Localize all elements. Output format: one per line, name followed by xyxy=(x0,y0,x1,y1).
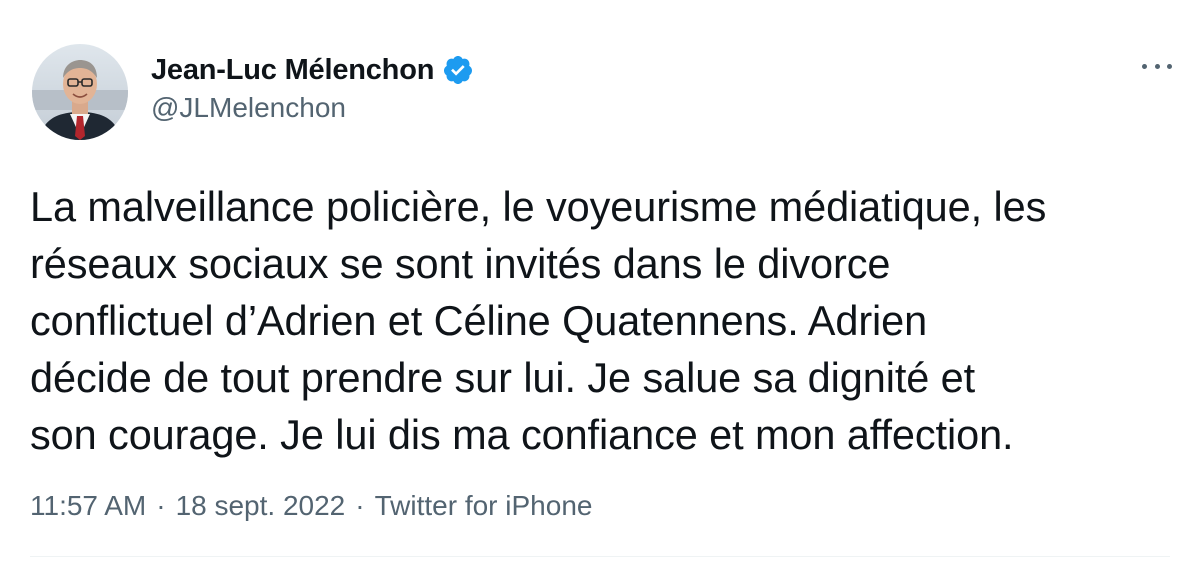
tweet-text-line: réseaux sociaux se sont invités dans le … xyxy=(30,240,891,287)
tweet-date[interactable]: 18 sept. 2022 xyxy=(176,490,346,522)
tweet-text-line: décide de tout prendre sur lui. Je salue… xyxy=(30,354,976,401)
tweet-text-line: conflictuel d’Adrien et Céline Quatennen… xyxy=(30,297,928,344)
avatar[interactable] xyxy=(32,44,128,140)
author-handle[interactable]: @JLMelenchon xyxy=(151,92,346,124)
tweet-meta: 11:57 AM · 18 sept. 2022 · Twitter for i… xyxy=(30,490,592,522)
tweet-text: La malveillance policière, le voyeurisme… xyxy=(30,178,1180,463)
avatar-photo xyxy=(32,44,128,140)
tweet-text-line: La malveillance policière, le voyeurisme… xyxy=(30,183,1047,230)
tweet-time[interactable]: 11:57 AM xyxy=(30,490,146,522)
tweet-source[interactable]: Twitter for iPhone xyxy=(375,490,593,522)
more-dot xyxy=(1167,63,1172,69)
meta-separator: · xyxy=(156,490,166,521)
more-dot xyxy=(1154,63,1160,69)
author-display-name[interactable]: Jean-Luc Mélenchon xyxy=(151,54,434,87)
verified-badge-icon xyxy=(442,54,474,86)
more-horizontal-icon[interactable] xyxy=(1142,56,1172,76)
author-name-row: Jean-Luc Mélenchon xyxy=(151,50,474,90)
meta-separator: · xyxy=(355,490,365,521)
tweet-card: Jean-Luc Mélenchon @JLMelenchon La malve… xyxy=(0,0,1200,574)
tweet-text-line: son courage. Je lui dis ma confiance et … xyxy=(30,411,1014,458)
more-dot xyxy=(1142,63,1147,69)
divider xyxy=(30,556,1170,557)
